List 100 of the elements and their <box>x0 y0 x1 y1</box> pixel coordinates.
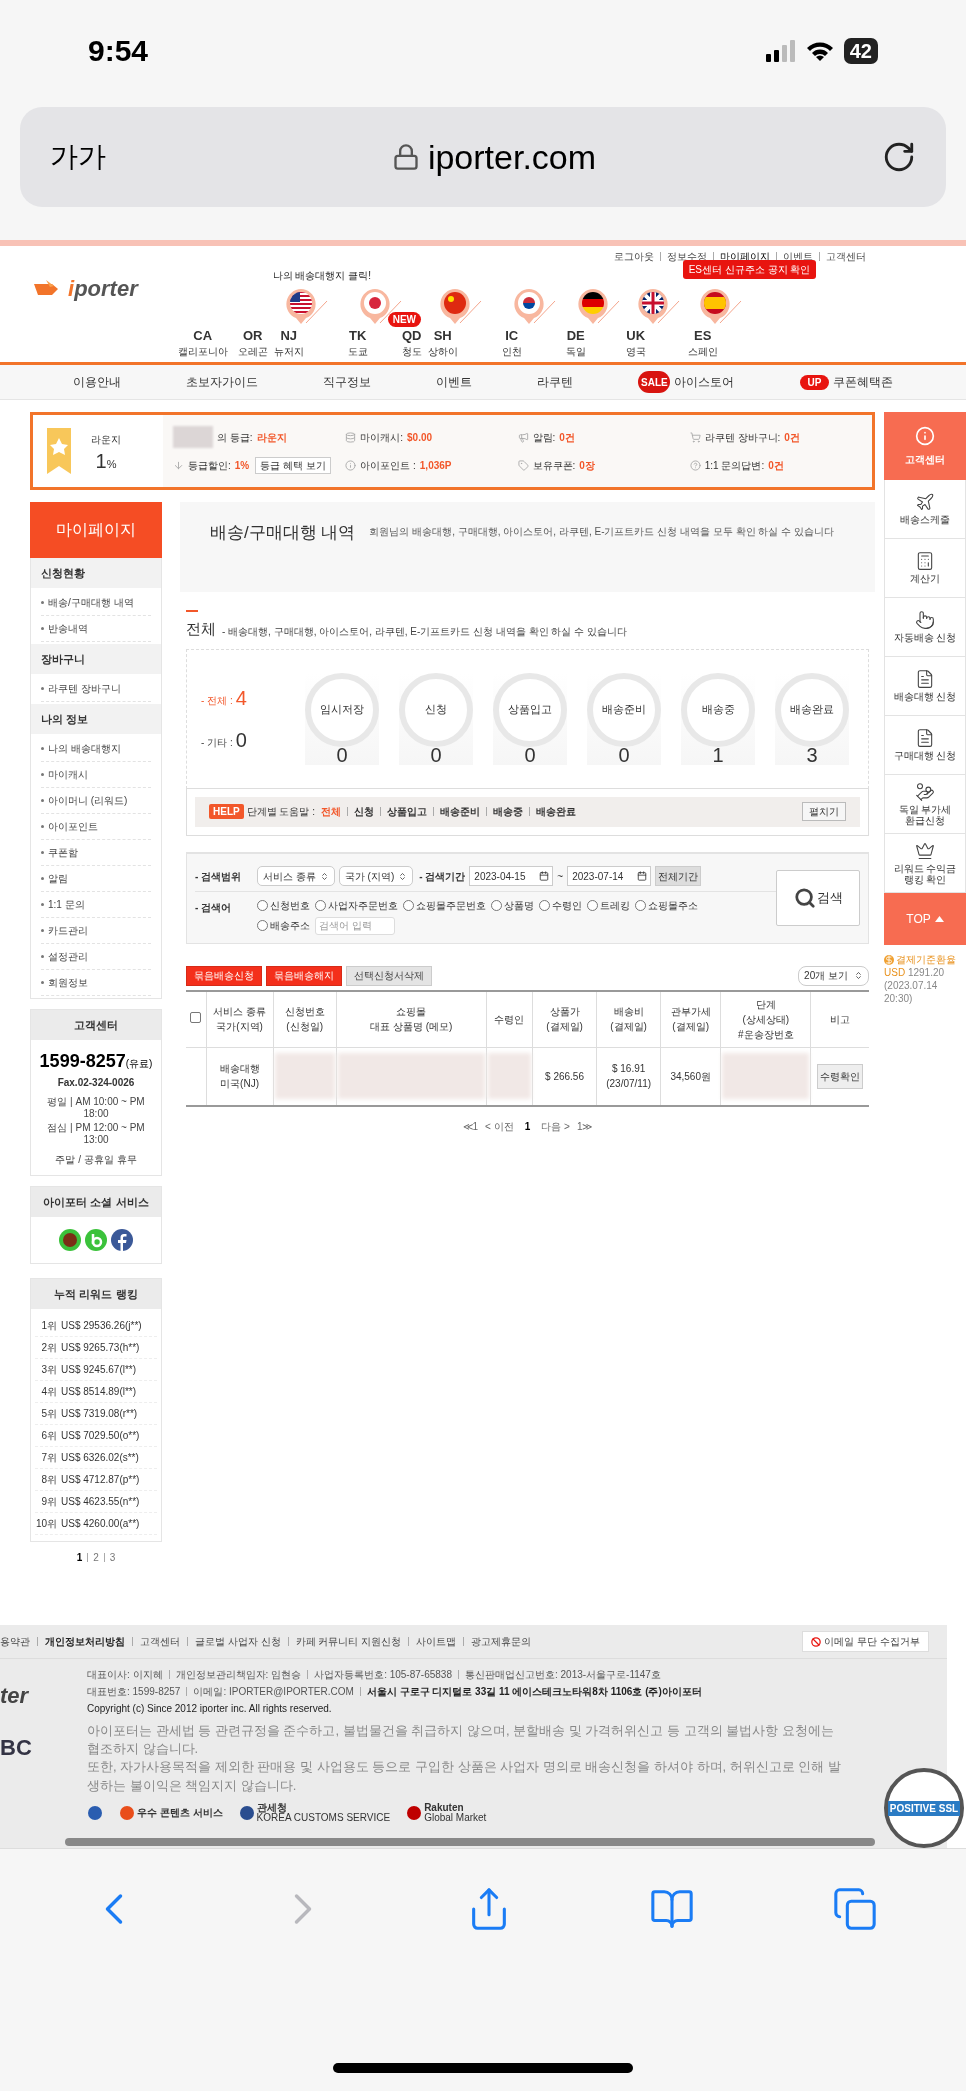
page-link[interactable]: 1 <box>76 1550 83 1565</box>
destination-name[interactable]: 오레곤 <box>237 344 268 359</box>
text-size-button[interactable]: 가가 <box>50 136 106 178</box>
nav-link[interactable]: 쿠폰혜택존 <box>833 373 894 391</box>
page-link[interactable]: 3 <box>109 1550 116 1565</box>
calendar-icon[interactable] <box>637 871 648 881</box>
sidebar-item[interactable]: 카드관리 <box>48 923 88 938</box>
footer-link[interactable]: 개인정보처리방침 <box>45 1634 125 1649</box>
destination-name[interactable]: 인천 <box>501 344 522 359</box>
top-link[interactable]: 고객센터 <box>826 249 866 264</box>
destination-code[interactable]: DE <box>566 329 585 342</box>
quick-menu-item[interactable]: 배송대행 신청 <box>884 657 966 716</box>
quick-menu-item[interactable]: 구매대행 신청 <box>884 716 966 775</box>
destination-code[interactable]: NJ <box>280 329 297 342</box>
action-button[interactable]: 묶음배송신청 <box>186 965 262 986</box>
destination-code[interactable]: QD <box>401 329 422 342</box>
expand-button[interactable]: 펼치기 <box>802 802 846 821</box>
help-link[interactable]: 배송완료 <box>536 804 576 819</box>
nav-link[interactable]: 직구정보 <box>322 373 371 391</box>
radio-option[interactable]: 배송주소 <box>257 918 310 933</box>
footer-link[interactable]: 글로벌 사업자 신청 <box>195 1634 281 1649</box>
nav-link[interactable]: 이용안내 <box>72 373 121 391</box>
reload-icon[interactable] <box>882 140 916 174</box>
nav-link[interactable]: 라쿠텐 <box>537 373 574 391</box>
sidebar-item[interactable]: 아이포인트 <box>48 819 98 834</box>
radio-option[interactable]: 쇼핑몰주소 <box>635 897 698 913</box>
sidebar-item[interactable]: 배송/구매대행 내역 <box>48 595 134 610</box>
destination-code[interactable]: UK <box>626 329 646 342</box>
nav-link[interactable]: 아이스토어 <box>674 373 735 391</box>
destination-code[interactable]: OR <box>242 329 263 342</box>
footer-link[interactable]: 광고제휴문의 <box>471 1634 532 1649</box>
radio-option[interactable]: 쇼핑몰주문번호 <box>403 897 486 913</box>
help-link[interactable]: 신청 <box>354 804 374 819</box>
confirm-receipt-button[interactable]: 수령확인 <box>817 1063 864 1089</box>
stage-card[interactable]: 배송완료 3 <box>775 672 849 765</box>
page-link[interactable]: 1 <box>524 1118 531 1134</box>
radio-option[interactable]: 사업자주문번호 <box>315 897 398 913</box>
sidebar-item[interactable]: 회원정보 <box>48 975 88 990</box>
page-size-dropdown[interactable]: 20개 보기 <box>798 965 869 986</box>
previous-link[interactable]: < 이전 <box>485 1118 514 1134</box>
search-button[interactable]: 검색 <box>776 870 860 926</box>
footer-link[interactable]: 사이트맵 <box>416 1634 457 1649</box>
quick-menu-item[interactable]: 배송스케줄 <box>884 480 966 539</box>
sidebar-item[interactable]: 설정관리 <box>48 949 88 964</box>
destination-code[interactable]: SH <box>433 329 452 342</box>
destination-name[interactable]: 영국 <box>625 344 646 359</box>
tabs-icon[interactable] <box>831 1886 878 1932</box>
destination-name[interactable]: 청도 <box>401 344 422 359</box>
footer-link[interactable]: 카페 커뮤니티 지원신청 <box>295 1634 402 1649</box>
select-all-checkbox[interactable] <box>190 1011 202 1023</box>
sidebar-item[interactable]: 1:1 문의 <box>48 897 85 912</box>
notice-bubble[interactable]: ES센터 신규주소 공지 확인 <box>682 260 817 279</box>
sidebar-item[interactable]: 라쿠텐 장바구니 <box>48 681 121 696</box>
destination-code[interactable]: ES <box>694 329 712 342</box>
last-page-link[interactable]: 1≫ <box>576 1118 593 1134</box>
destination-name[interactable]: 상하이 <box>427 344 458 359</box>
sidebar-item[interactable]: 마이캐시 <box>48 767 88 782</box>
destination-name[interactable]: 스페인 <box>687 344 718 359</box>
chat-app-icon[interactable] <box>59 1229 81 1251</box>
destination-code[interactable]: CA <box>193 329 213 342</box>
sidebar-item[interactable]: 쿠폰함 <box>48 845 78 860</box>
action-button[interactable]: 선택신청서삭제 <box>346 965 432 986</box>
quick-menu-item[interactable]: 계산기 <box>884 539 966 598</box>
action-button[interactable]: 묶음배송해지 <box>266 965 342 986</box>
stage-card[interactable]: 배송중 1 <box>681 672 755 765</box>
address-bar[interactable]: 가가 iporter.com <box>20 107 946 207</box>
stage-card[interactable]: 신청 0 <box>399 672 473 765</box>
radio-option[interactable]: 수령인 <box>539 897 582 913</box>
keyword-field[interactable]: 검색어 입력 <box>315 916 395 935</box>
help-link[interactable]: 배송준비 <box>440 804 480 819</box>
radio-option[interactable]: 상품명 <box>491 897 534 913</box>
dropdown[interactable]: 서비스 종류 <box>257 866 335 886</box>
radio-option[interactable]: 신청번호 <box>257 897 310 913</box>
destination-name[interactable]: 독일 <box>565 344 586 359</box>
destination-code[interactable]: IC <box>505 329 519 342</box>
first-page-link[interactable]: ≪1 <box>462 1118 479 1134</box>
stage-card[interactable]: 상품입고 0 <box>493 672 567 765</box>
sidebar-item[interactable]: 알림 <box>48 871 68 886</box>
facebook-icon[interactable] <box>111 1229 133 1251</box>
destination-code[interactable]: TK <box>349 329 367 342</box>
quick-menu-item[interactable]: 자동배송 신청 <box>884 598 966 657</box>
logo[interactable]: iporter <box>32 278 138 300</box>
destination-name[interactable]: 캘리포니아 <box>177 344 228 359</box>
top-link[interactable]: 로그아웃 <box>614 249 654 264</box>
destination-name[interactable]: 뉴저지 <box>273 344 304 359</box>
sidebar-item[interactable]: 나의 배송대행지 <box>48 741 121 756</box>
date-field[interactable]: 2023-07-14 <box>567 866 652 886</box>
dropdown[interactable]: 국가 (지역) <box>338 866 414 886</box>
footer-link[interactable]: 용약관 <box>0 1634 30 1649</box>
stage-card[interactable]: 배송준비 0 <box>587 672 661 765</box>
destination-name[interactable]: 도쿄 <box>347 344 368 359</box>
footer-link[interactable]: 고객센터 <box>140 1634 180 1649</box>
all-period-button[interactable]: 전체기간 <box>655 866 702 886</box>
calendar-icon[interactable] <box>539 871 550 881</box>
page-link[interactable]: 2 <box>93 1550 99 1565</box>
radio-option[interactable]: 트레킹 <box>587 897 630 913</box>
help-link[interactable]: 상품입고 <box>387 804 427 819</box>
date-field[interactable]: 2023-04-15 <box>469 866 554 886</box>
grade-benefit-button[interactable]: 등급 혜택 보기 <box>255 456 331 474</box>
quick-menu-item[interactable]: 독일 부가세 환급신청 <box>884 775 966 834</box>
